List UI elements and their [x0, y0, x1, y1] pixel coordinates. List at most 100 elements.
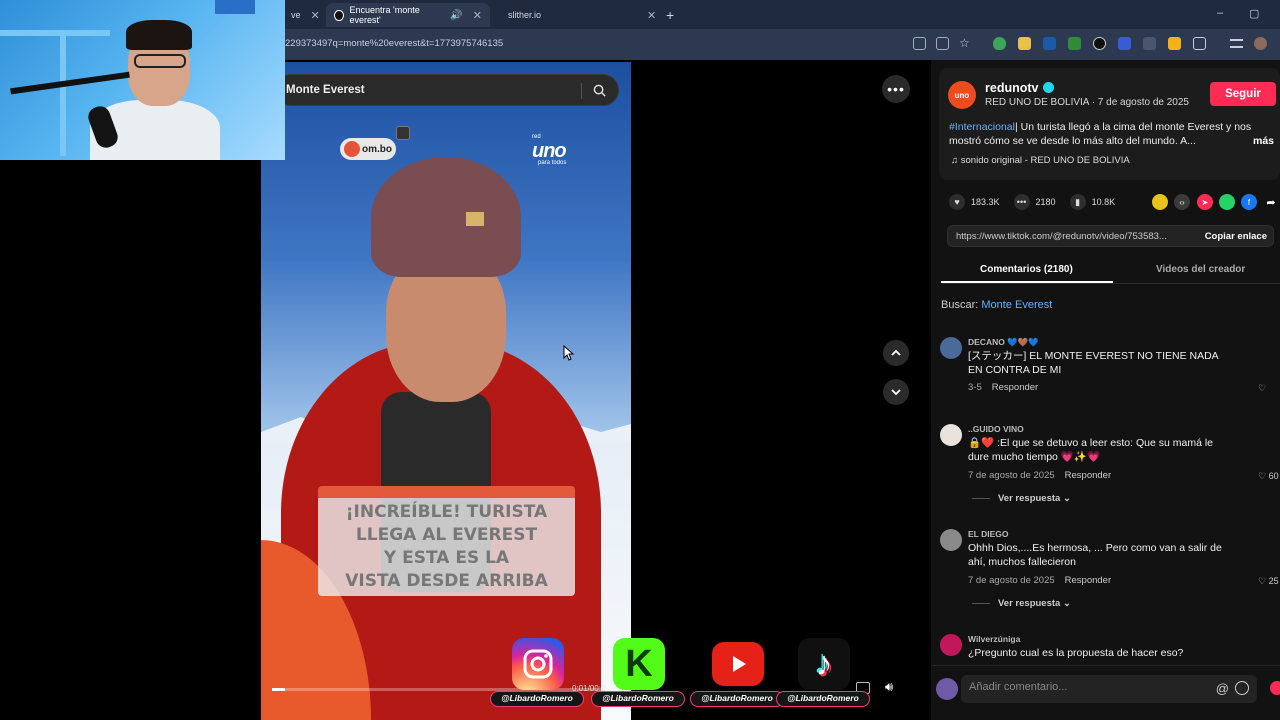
- new-tab-button[interactable]: +: [658, 3, 682, 27]
- coin-icon[interactable]: [1152, 194, 1168, 210]
- extension-icon[interactable]: [1118, 37, 1131, 50]
- comment-username[interactable]: Wilverzúniga: [968, 634, 1020, 644]
- tiktok-icon: ♪: [798, 638, 850, 690]
- shelf: [215, 0, 255, 14]
- logo-sub: para todos: [538, 160, 567, 166]
- comment-username[interactable]: EL DIEGO: [968, 529, 1008, 539]
- extension-icon[interactable]: [1068, 37, 1081, 50]
- comment-stat[interactable]: ••• 2180: [1013, 194, 1056, 210]
- tab-creator-videos[interactable]: Videos del creador: [1156, 264, 1245, 275]
- profile-avatar[interactable]: [1254, 37, 1267, 50]
- tab-comments[interactable]: Comentarios (2180): [980, 264, 1073, 275]
- save-stat[interactable]: ▮ 10.8K: [1069, 194, 1115, 210]
- globe-icon: [344, 141, 360, 157]
- like-count: 60: [1268, 471, 1279, 481]
- puzzle-icon[interactable]: [1193, 37, 1206, 50]
- like-count: 25: [1268, 576, 1279, 586]
- whatsapp-icon[interactable]: [1219, 194, 1235, 210]
- tab-partial-title: ve: [291, 10, 301, 20]
- comment-input[interactable]: [969, 681, 1199, 693]
- comment-input-box[interactable]: @: [961, 675, 1257, 703]
- hashtag-link[interactable]: #Internacional: [949, 121, 1015, 133]
- reply-button[interactable]: Responder: [992, 382, 1038, 393]
- social-handle: @LibardoRomero: [776, 691, 870, 707]
- extension-icon[interactable]: [1168, 37, 1181, 50]
- comment-icon: •••: [1013, 194, 1030, 210]
- view-replies[interactable]: Ver respuesta ⌄: [972, 598, 1071, 609]
- shield-icon[interactable]: [993, 37, 1006, 50]
- more-options-button[interactable]: •••: [882, 75, 910, 103]
- follow-button[interactable]: Seguir: [1210, 82, 1276, 106]
- avatar[interactable]: [940, 424, 962, 446]
- star-icon[interactable]: ☆: [959, 37, 972, 50]
- view-replies-label: Ver respuesta ⌄: [998, 493, 1071, 504]
- share-icon[interactable]: ➦: [1263, 194, 1279, 210]
- creator-avatar[interactable]: uno: [948, 81, 976, 109]
- mic-arm: [10, 71, 130, 95]
- person-hair: [126, 20, 192, 50]
- like-stat[interactable]: ♥ 183.3K: [949, 194, 1000, 210]
- previous-video-button[interactable]: [883, 340, 909, 366]
- maximize-button[interactable]: ▢: [1249, 7, 1259, 20]
- progress-fill: [272, 688, 286, 691]
- volume-icon[interactable]: 🔊︎: [885, 679, 905, 699]
- search-bar[interactable]: Monte Everest: [275, 74, 619, 106]
- close-icon[interactable]: ✕: [311, 9, 320, 22]
- social-kick: K @LibardoRomero: [591, 638, 685, 710]
- facebook-icon[interactable]: f: [1241, 194, 1257, 210]
- search-icon[interactable]: [593, 84, 606, 97]
- sound-link[interactable]: ♫ sonido original - RED UNO DE BOLIVIA: [951, 155, 1130, 166]
- embed-icon[interactable]: ‹›: [1174, 194, 1190, 210]
- comment-like[interactable]: ♡: [1258, 383, 1266, 394]
- copy-link-button[interactable]: Copiar enlace: [1205, 231, 1267, 242]
- kick-icon: K: [613, 638, 665, 690]
- reply-button[interactable]: Responder: [1065, 575, 1111, 586]
- like-count: 183.3K: [971, 197, 1000, 207]
- more-link[interactable]: más: [1253, 134, 1274, 148]
- close-icon[interactable]: ✕: [473, 9, 482, 22]
- emoji-icon[interactable]: [1235, 681, 1249, 695]
- comment-text: Ohhh Dios,....Es hermosa, ... Pero como …: [968, 542, 1222, 568]
- comment-date: 7 de agosto de 2025: [968, 575, 1055, 586]
- video-link[interactable]: https://www.tiktok.com/@redunotv/video/7…: [956, 231, 1167, 242]
- comment-like[interactable]: ♡ 60: [1258, 471, 1279, 482]
- url-text[interactable]: 229373497q=monte%20everest&t=17739757461…: [285, 38, 503, 49]
- post-button[interactable]: [1270, 681, 1280, 695]
- avatar[interactable]: [940, 634, 962, 656]
- comment-text: 🔒❤️ :El que se detuvo a leer esto: Que s…: [968, 437, 1214, 463]
- avatar[interactable]: [940, 337, 962, 359]
- tab-partial[interactable]: ve ✕: [283, 3, 328, 27]
- extension-icon[interactable]: [1043, 37, 1056, 50]
- minimize-button[interactable]: –: [1217, 7, 1223, 19]
- stats-row: ♥ 183.3K ••• 2180 ▮ 10.8K: [949, 193, 1129, 211]
- comment-username[interactable]: ..GUIDO VINO: [968, 424, 1024, 434]
- comment-like[interactable]: ♡ 25: [1258, 576, 1279, 587]
- next-video-button[interactable]: [883, 379, 909, 405]
- comment-username[interactable]: DECANO 💙🤎💙: [968, 337, 1039, 348]
- close-icon[interactable]: ✕: [647, 9, 656, 22]
- comment-count: 2180: [1035, 197, 1056, 207]
- speaker-icon[interactable]: 🔊: [450, 10, 462, 21]
- glasses: [134, 54, 186, 68]
- install-icon[interactable]: [936, 37, 949, 50]
- search-input[interactable]: Monte Everest: [286, 84, 365, 96]
- search-suggestion-link[interactable]: Monte Everest: [981, 299, 1052, 311]
- avatar[interactable]: [940, 529, 962, 551]
- view-replies[interactable]: Ver respuesta ⌄: [972, 493, 1071, 504]
- tab-tiktok[interactable]: Encuentra 'monte everest' 🔊 ✕: [326, 3, 490, 27]
- copy-icon[interactable]: [396, 126, 410, 140]
- divider: [581, 83, 582, 99]
- mention-icon[interactable]: @: [1216, 681, 1229, 696]
- reply-button[interactable]: Responder: [1065, 470, 1111, 481]
- send-icon[interactable]: ➤: [1197, 194, 1213, 210]
- extension-icon[interactable]: [1093, 37, 1106, 50]
- view-replies-label: Ver respuesta ⌄: [998, 598, 1071, 609]
- translate-icon[interactable]: [913, 37, 926, 50]
- menu-icon[interactable]: [1230, 39, 1243, 48]
- folder-icon[interactable]: [1018, 37, 1031, 50]
- creator-username[interactable]: redunotv: [985, 81, 1038, 95]
- tab-slither[interactable]: slither.io ✕: [494, 3, 656, 27]
- divider: [972, 602, 990, 604]
- extension-icon[interactable]: [1143, 37, 1156, 50]
- video-description: #Internacional| Un turista llegó a la ci…: [949, 120, 1274, 148]
